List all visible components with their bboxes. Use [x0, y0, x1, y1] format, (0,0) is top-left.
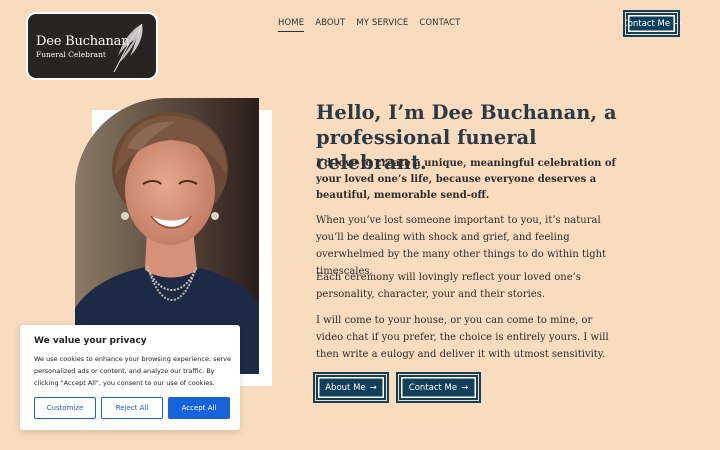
main-nav: HOME ABOUT MY SERVICE CONTACT [278, 18, 460, 32]
cookie-consent-banner: We value your privacy We use cookies to … [20, 325, 240, 430]
hero-paragraph: Each ceremony will lovingly reflect your… [316, 272, 581, 300]
nav-my-service[interactable]: MY SERVICE [356, 18, 408, 32]
about-me-label: About Me [325, 382, 366, 393]
feather-icon [113, 23, 143, 73]
arrow-right-icon: → [674, 18, 682, 29]
nav-home[interactable]: HOME [278, 18, 305, 32]
logo-subtitle: Funeral Celebrant [36, 50, 106, 59]
contact-me-button[interactable]: Contact Me → [396, 372, 481, 403]
about-me-button[interactable]: About Me → [313, 372, 389, 403]
cookie-title: We value your privacy [34, 336, 147, 346]
arrow-right-icon: → [461, 382, 469, 393]
nav-contact[interactable]: CONTACT [419, 18, 460, 32]
header-contact-button[interactable]: Contact Me → [622, 10, 681, 37]
hero-paragraph: I will come to your house, or you can co… [316, 315, 609, 360]
cookie-customize-button[interactable]: Customize [34, 397, 96, 419]
cookie-text: We use cookies to enhance your browsing … [34, 355, 231, 387]
cookie-reject-button[interactable]: Reject All [101, 397, 163, 419]
contact-me-label: Contact Me [408, 382, 458, 393]
nav-about[interactable]: ABOUT [315, 18, 345, 32]
header-contact-label: Contact Me [621, 18, 671, 29]
arrow-right-icon: → [369, 382, 377, 393]
site-logo[interactable]: Dee Buchanan Funeral Celebrant [26, 12, 158, 80]
cookie-accept-button[interactable]: Accept All [168, 397, 230, 419]
hero-lead: I’d love to create a unique, meaningful … [316, 158, 616, 201]
